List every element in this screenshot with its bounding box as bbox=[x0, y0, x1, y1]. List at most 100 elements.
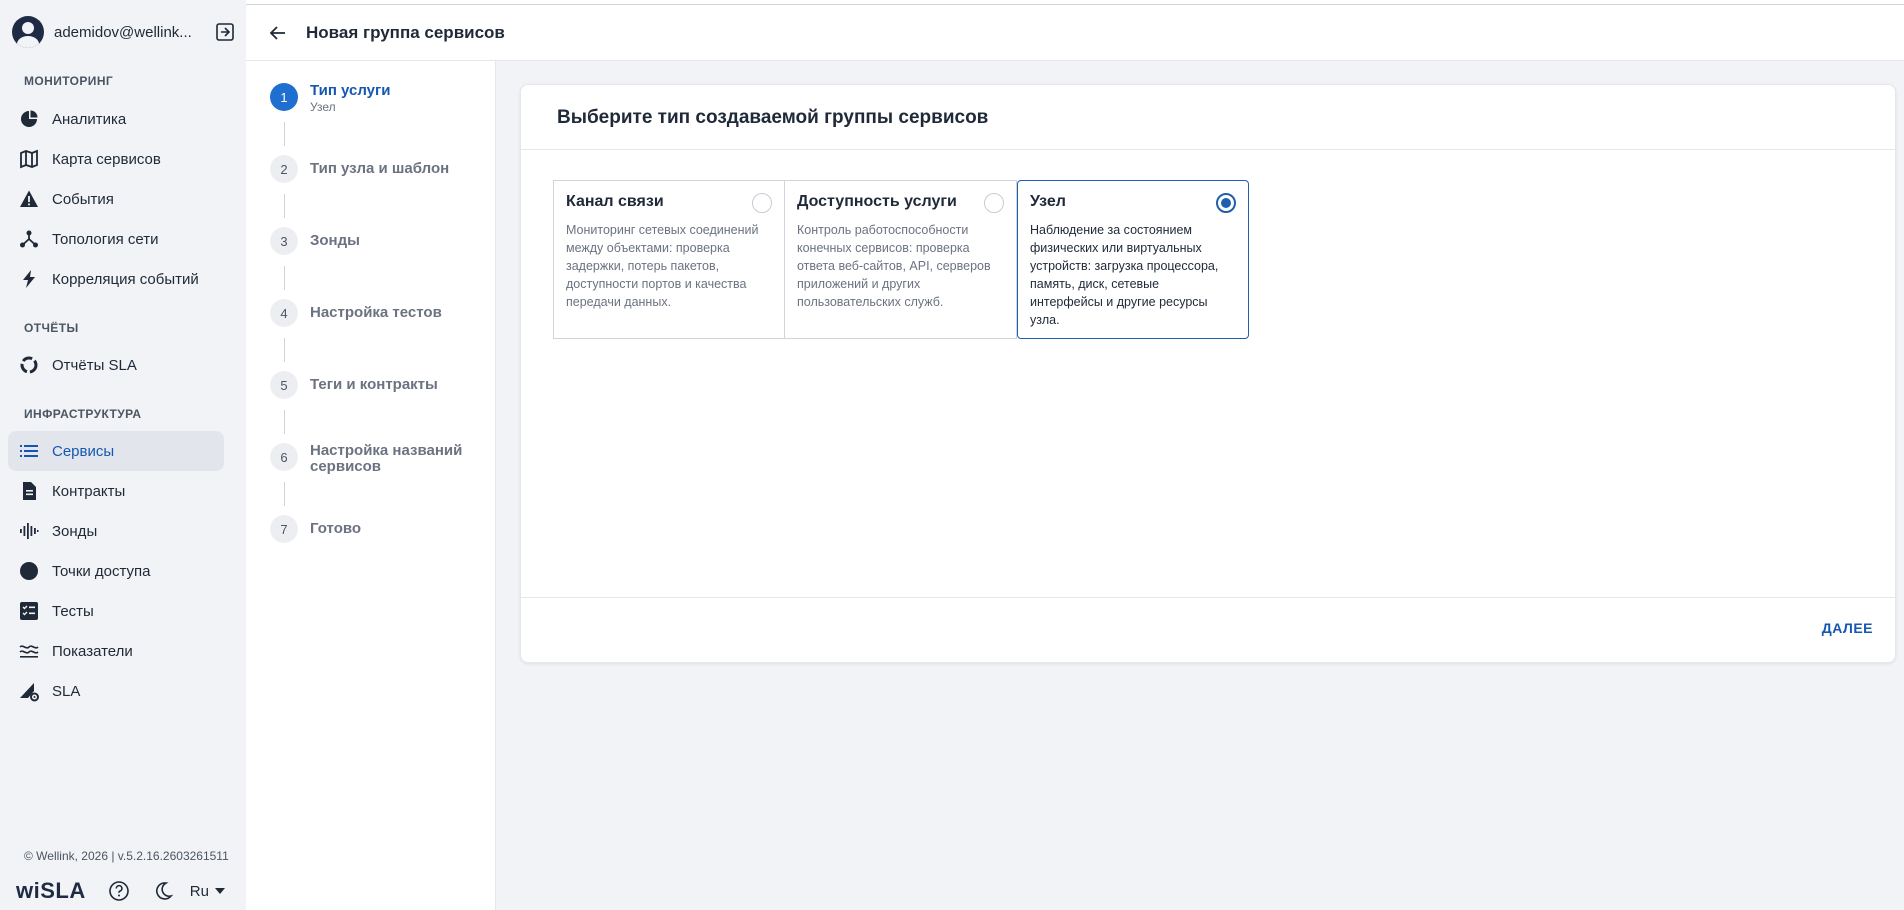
sidebar-item-services[interactable]: Сервисы bbox=[8, 431, 224, 471]
service-type-options: Канал связи Мониторинг сетевых соединени… bbox=[553, 180, 1249, 339]
sidebar-item-probes[interactable]: Зонды bbox=[8, 511, 224, 551]
sidebar-footer: wiSLA Ru bbox=[16, 876, 238, 906]
step-probes[interactable]: 3 Зонды bbox=[270, 227, 470, 255]
step-label: Тип услуги bbox=[310, 82, 391, 99]
step-label: Готово bbox=[310, 520, 362, 537]
step-connector bbox=[284, 410, 285, 434]
step-number: 3 bbox=[270, 227, 298, 255]
topology-icon bbox=[18, 228, 40, 250]
step-done[interactable]: 7 Готово bbox=[270, 515, 470, 543]
option-title: Доступность услуги bbox=[797, 193, 957, 210]
section-title-monitoring: МОНИТОРИНГ bbox=[24, 74, 114, 88]
option-description: Наблюдение за состоянием физических или … bbox=[1030, 223, 1219, 327]
step-label: Теги и контракты bbox=[310, 376, 438, 393]
step-label: Настройка названий сервисов bbox=[310, 442, 463, 475]
sidebar-item-sla-reports[interactable]: Отчёты SLA bbox=[8, 345, 224, 385]
step-service-type[interactable]: 1 Тип услуги Узел bbox=[270, 83, 470, 114]
logout-icon[interactable] bbox=[214, 21, 236, 43]
step-connector bbox=[284, 122, 285, 146]
radio-button[interactable] bbox=[984, 193, 1004, 213]
sidebar: ademidov@wellink... МОНИТОРИНГ Аналитика… bbox=[0, 0, 246, 910]
user-name: ademidov@wellink... bbox=[54, 23, 192, 41]
step-tags-contracts[interactable]: 5 Теги и контракты bbox=[270, 371, 470, 399]
sidebar-item-correlation[interactable]: Корреляция событий bbox=[8, 259, 224, 299]
avatar-icon bbox=[12, 16, 44, 48]
sidebar-item-sla[interactable]: SLA bbox=[8, 671, 224, 711]
brand-logo: wiSLA bbox=[16, 878, 86, 903]
sidebar-item-label: Зонды bbox=[52, 522, 98, 540]
step-number: 1 bbox=[270, 83, 298, 111]
step-connector bbox=[284, 266, 285, 290]
step-number: 7 bbox=[270, 515, 298, 543]
sidebar-item-label: Аналитика bbox=[52, 110, 127, 128]
document-icon bbox=[18, 480, 40, 502]
sidebar-item-label: События bbox=[52, 190, 114, 208]
sidebar-item-label: Контракты bbox=[52, 482, 126, 500]
page-title: Новая группа сервисов bbox=[306, 22, 505, 42]
step-label: Тип узла и шаблон bbox=[310, 160, 450, 177]
donut-icon bbox=[18, 354, 40, 376]
chevron-down-icon bbox=[214, 888, 225, 894]
sidebar-item-contracts[interactable]: Контракты bbox=[8, 471, 224, 511]
sidebar-item-topology[interactable]: Топология сети bbox=[8, 219, 224, 259]
sidebar-item-label: Сервисы bbox=[52, 442, 115, 460]
sidebar-item-tests[interactable]: Тесты bbox=[8, 591, 224, 631]
map-icon bbox=[18, 148, 40, 170]
sidebar-item-label: Показатели bbox=[52, 642, 133, 660]
section-title-reports: ОТЧЁТЫ bbox=[24, 321, 79, 335]
circle-icon bbox=[18, 560, 40, 582]
divider bbox=[521, 149, 1895, 150]
back-arrow-icon[interactable] bbox=[264, 19, 292, 47]
step-number: 4 bbox=[270, 299, 298, 327]
sidebar-item-label: Точки доступа bbox=[52, 562, 151, 580]
language-label: Ru bbox=[189, 882, 209, 900]
checklist-icon bbox=[18, 600, 40, 622]
step-number: 2 bbox=[270, 155, 298, 183]
sidebar-item-events[interactable]: События bbox=[8, 179, 224, 219]
sidebar-item-label: Тесты bbox=[52, 602, 94, 620]
option-service-availability[interactable]: Доступность услуги Контроль работоспособ… bbox=[785, 180, 1017, 339]
sidebar-item-label: Отчёты SLA bbox=[52, 356, 137, 374]
option-title: Узел bbox=[1030, 193, 1066, 210]
option-node[interactable]: Узел Наблюдение за состоянием физических… bbox=[1017, 180, 1249, 339]
list-icon bbox=[18, 440, 40, 462]
step-sublabel: Узел bbox=[310, 100, 336, 114]
bolt-icon bbox=[18, 268, 40, 290]
section-title-infrastructure: ИНФРАСТРУКТУРА bbox=[24, 407, 142, 421]
language-select[interactable]: Ru bbox=[190, 883, 225, 900]
sidebar-item-label: Карта сервисов bbox=[52, 150, 161, 168]
step-service-names[interactable]: 6 Настройка названий сервисов bbox=[270, 443, 470, 475]
step-connector bbox=[284, 338, 285, 362]
step-connector bbox=[284, 482, 285, 506]
dark-mode-icon[interactable] bbox=[152, 880, 174, 902]
sidebar-item-analytics[interactable]: Аналитика bbox=[8, 99, 224, 139]
pie-chart-icon bbox=[18, 108, 40, 130]
divider bbox=[521, 597, 1895, 598]
next-button[interactable]: ДАЛЕЕ bbox=[1822, 620, 1873, 636]
service-type-card: Выберите тип создаваемой группы сервисов… bbox=[520, 84, 1896, 663]
warning-icon bbox=[18, 188, 40, 210]
step-label: Зонды bbox=[310, 232, 360, 249]
sidebar-item-service-map[interactable]: Карта сервисов bbox=[8, 139, 224, 179]
radio-button-checked[interactable] bbox=[1216, 193, 1236, 213]
probe-icon bbox=[18, 520, 40, 542]
user-menu[interactable]: ademidov@wellink... bbox=[12, 14, 236, 50]
option-link-channel[interactable]: Канал связи Мониторинг сетевых соединени… bbox=[553, 180, 785, 339]
option-description: Контроль работоспособности конечных серв… bbox=[797, 223, 991, 309]
radio-button[interactable] bbox=[752, 193, 772, 213]
copyright-text: © Wellink, 2026 | v.5.2.16.2603261511 bbox=[24, 849, 229, 863]
step-number: 6 bbox=[270, 443, 298, 471]
sidebar-item-metrics[interactable]: Показатели bbox=[8, 631, 224, 671]
step-connector bbox=[284, 194, 285, 218]
sidebar-item-label: SLA bbox=[52, 682, 81, 700]
sidebar-item-access-points[interactable]: Точки доступа bbox=[8, 551, 224, 591]
option-title: Канал связи bbox=[566, 193, 664, 210]
sla-gear-icon bbox=[18, 680, 40, 702]
step-node-type-template[interactable]: 2 Тип узла и шаблон bbox=[270, 155, 470, 183]
help-icon[interactable] bbox=[108, 880, 130, 902]
step-test-settings[interactable]: 4 Настройка тестов bbox=[270, 299, 470, 327]
waves-icon bbox=[18, 640, 40, 662]
option-description: Мониторинг сетевых соединений между объе… bbox=[566, 223, 759, 309]
step-number: 5 bbox=[270, 371, 298, 399]
card-title: Выберите тип создаваемой группы сервисов bbox=[557, 107, 989, 128]
